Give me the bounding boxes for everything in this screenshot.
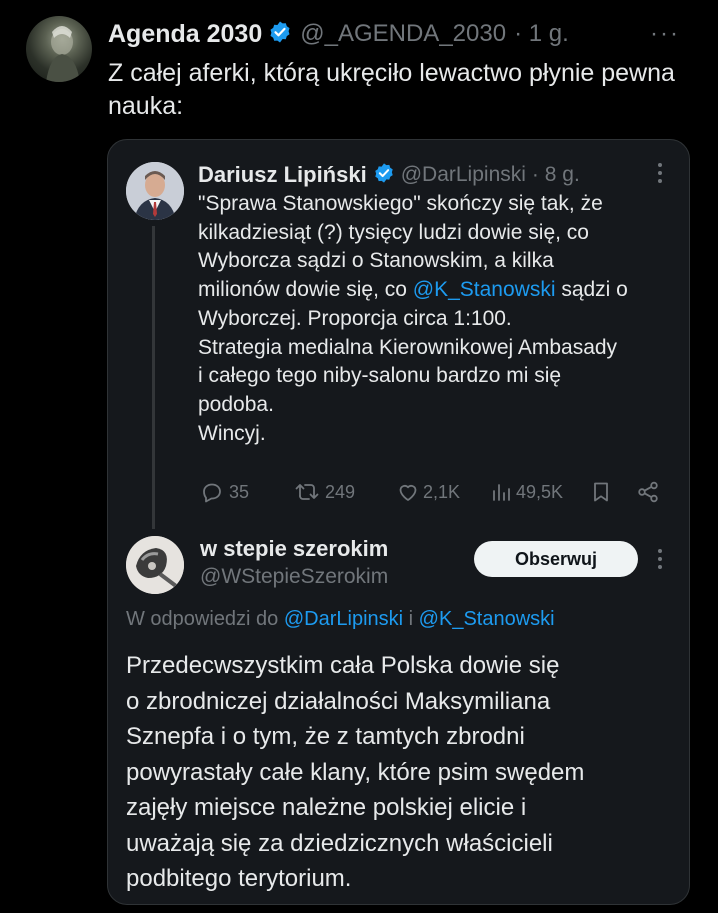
quoted-tweet-text: "Sprawa Stanowskiego" skończy się tak, ż…	[198, 190, 682, 448]
like-count: 2,1K	[423, 481, 461, 502]
reply-button[interactable]: 35	[200, 477, 249, 507]
tweet-timestamp[interactable]: · 8 g.	[532, 163, 580, 187]
text-line: podoba.	[198, 392, 274, 416]
reply-icon	[200, 480, 224, 504]
text-line: uważają się za dziedzicznych właścicieli	[126, 829, 553, 857]
verified-badge-icon	[373, 162, 395, 189]
author-name[interactable]: Dariusz Lipiński	[198, 162, 367, 188]
avatar[interactable]	[26, 16, 92, 82]
reply-tweet-text: Przedecwszystkim cała Polska dowie się o…	[126, 648, 686, 897]
author-handle[interactable]: @DarLipinski	[401, 163, 526, 187]
heart-icon	[396, 480, 420, 504]
reply-count: 35	[229, 481, 250, 502]
text-line: i całego tego niby-salonu bardzo mi się	[198, 364, 562, 388]
text-line: Przedecwszystkim cała Polska dowie się	[126, 652, 560, 679]
text-line: Sznepfa i o tym, że z tamtych zbrodni	[126, 723, 525, 750]
author-name[interactable]: w stepie szerokim	[200, 536, 388, 562]
share-button[interactable]	[636, 477, 660, 507]
mention-link[interactable]: @K_Stanowski	[413, 278, 556, 301]
more-options-icon[interactable]	[655, 548, 665, 570]
text-line: "Sprawa Stanowskiego" skończy się tak, ż…	[198, 192, 603, 215]
avatar[interactable]	[126, 536, 184, 594]
bookmark-icon	[590, 480, 612, 504]
more-options-icon[interactable]	[655, 162, 665, 184]
views-button[interactable]: 49,5K	[491, 477, 563, 507]
in-reply-conjunction: i	[403, 608, 419, 630]
tweet-view: Agenda 2030 @_AGENDA_2030 · 1 g. ··· Z c…	[0, 0, 718, 913]
follow-button[interactable]: Obserwuj	[474, 541, 638, 577]
mention-link[interactable]: @DarLipinski	[284, 608, 403, 630]
like-button[interactable]: 2,1K	[396, 477, 460, 507]
repost-icon	[294, 480, 320, 504]
mention-link[interactable]: @K_Stanowski	[419, 608, 555, 630]
verified-badge-icon	[268, 20, 292, 49]
more-options-icon[interactable]: ···	[650, 20, 680, 48]
repost-button[interactable]: 249	[294, 477, 355, 507]
analytics-icon	[491, 480, 513, 504]
text-line: zajęły miejsce należne polskiej elicie i	[126, 794, 527, 821]
text-line: Wyborczej. Proporcja circa 1:100.	[198, 306, 512, 330]
tweet-timestamp[interactable]: · 1 g.	[514, 20, 569, 48]
thread-connector-line	[152, 226, 155, 529]
text-line: powyrastały całe klany, które psim swęde…	[126, 758, 585, 786]
author-handle[interactable]: @_AGENDA_2030	[300, 20, 506, 48]
text-line: o zbrodniczej działalności Maksymiliana	[126, 687, 551, 715]
text-line: kilkadziesiąt (?) tysięcy ludzi dowie si…	[198, 220, 589, 244]
quoted-tweet-header: Dariusz Lipiński @DarLipinski · 8 g.	[198, 160, 580, 190]
tweet-header: Agenda 2030 @_AGENDA_2030 · 1 g.	[108, 18, 569, 50]
in-reply-label: W odpowiedzi do	[126, 608, 284, 630]
in-reply-to: W odpowiedzi do @DarLipinski i @K_Stanow…	[126, 608, 555, 631]
text-line: podbitego terytorium.	[126, 865, 352, 892]
share-icon	[636, 480, 660, 504]
text-line: milionów dowie się, co @K_Stanowski sądz…	[198, 276, 682, 305]
text-line: Wincyj.	[198, 421, 266, 445]
text-line: Wyborcza sądzi o Stanowskim, a kilka	[198, 249, 554, 273]
text-fragment: sądzi o	[555, 278, 628, 302]
author-handle[interactable]: @WStepieSzerokim	[200, 565, 388, 589]
tweet-text: Z całej aferki, którą ukręciło lewactwo …	[108, 59, 675, 120]
repost-count: 249	[325, 481, 356, 502]
tweet-actions: 35 249 2,1K 49,5K	[198, 477, 668, 507]
bookmark-button[interactable]	[590, 477, 612, 507]
views-count: 49,5K	[516, 481, 564, 502]
text-fragment: milionów dowie się, co	[198, 278, 413, 302]
avatar[interactable]	[126, 162, 184, 220]
text-line: Strategia medialna Kierownikowej Ambasad…	[198, 335, 618, 359]
author-name[interactable]: Agenda 2030	[108, 20, 262, 49]
